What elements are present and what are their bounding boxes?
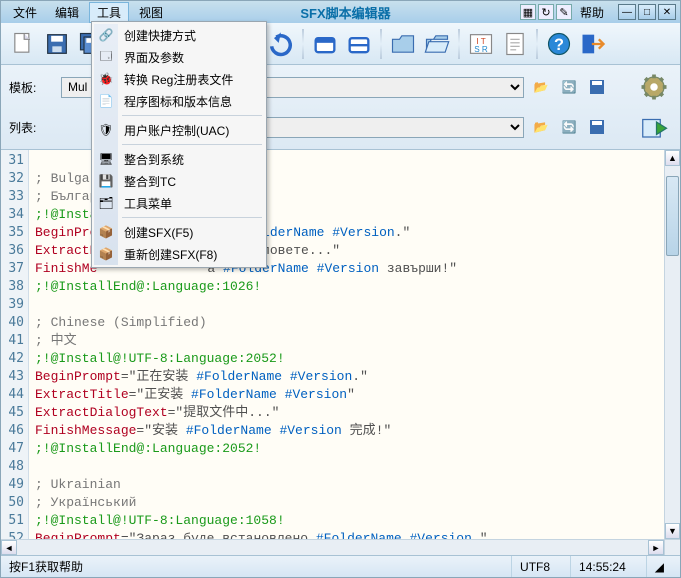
redo-button[interactable] bbox=[265, 27, 297, 61]
code-line[interactable]: ;!@Install@!UTF-8:Language:1058! bbox=[35, 512, 658, 530]
document-button[interactable] bbox=[499, 27, 531, 61]
menu-item-label: 工具菜单 bbox=[124, 195, 172, 212]
menu-item-label: 程序图标和版本信息 bbox=[124, 93, 232, 110]
svg-text:?: ? bbox=[554, 35, 564, 53]
menu-item-shortcut[interactable]: 🔗 创建快捷方式 bbox=[94, 24, 264, 46]
template-path-select[interactable] bbox=[244, 77, 524, 98]
code-line[interactable]: ;!@InstallEnd@:Language:1026! bbox=[35, 278, 658, 296]
menu-item-reg[interactable]: 🐞 转换 Reg注册表文件 bbox=[94, 68, 264, 90]
vertical-scrollbar[interactable]: ▲ ▼ bbox=[664, 150, 680, 539]
status-hint: 按F1获取帮助 bbox=[9, 558, 83, 575]
code-line[interactable] bbox=[35, 458, 658, 476]
svg-text:S R: S R bbox=[474, 45, 488, 54]
ui-icon: 🗔 bbox=[98, 49, 114, 65]
list-label: 列表: bbox=[9, 119, 55, 136]
menu-item-label: 用户账户控制(UAC) bbox=[124, 122, 229, 139]
menu-item-label: 转换 Reg注册表文件 bbox=[124, 71, 233, 88]
code-line[interactable]: ; Український bbox=[35, 494, 658, 512]
code-line[interactable]: ; Chinese (Simplified) bbox=[35, 314, 658, 332]
list-save-icon[interactable] bbox=[586, 116, 608, 138]
menu-item-label: 整合到TC bbox=[124, 173, 176, 190]
minimize-button[interactable]: — bbox=[618, 4, 636, 20]
exit-button[interactable] bbox=[577, 27, 609, 61]
settings-gear-icon[interactable] bbox=[636, 69, 672, 105]
tools-icon: 🗂 bbox=[98, 195, 114, 211]
status-encoding: UTF8 bbox=[511, 556, 558, 577]
template-open-icon[interactable]: 📂 bbox=[530, 76, 552, 98]
sys-icon: 🖥 bbox=[98, 151, 114, 167]
menu-item-ui[interactable]: 🗔 界面及参数 bbox=[94, 46, 264, 68]
info-icon: 📄 bbox=[98, 93, 114, 109]
template-refresh-icon[interactable]: 🔄 bbox=[558, 76, 580, 98]
menu-item-sys[interactable]: 🖥 整合到系统 bbox=[94, 148, 264, 170]
titlebar-icon-2[interactable]: ↻ bbox=[538, 4, 554, 20]
titlebar-icon-3[interactable]: ✎ bbox=[556, 4, 572, 20]
template-label: 模板: bbox=[9, 79, 55, 96]
titlebar-icon-1[interactable]: ▦ bbox=[520, 4, 536, 20]
scroll-down-arrow[interactable]: ▼ bbox=[665, 523, 680, 539]
archive-button-1[interactable] bbox=[309, 27, 341, 61]
menu-item-uac[interactable]: 🛡 用户账户控制(UAC) bbox=[94, 119, 264, 141]
code-line[interactable]: ;!@Install@!UTF-8:Language:2052! bbox=[35, 350, 658, 368]
scroll-up-arrow[interactable]: ▲ bbox=[665, 150, 680, 166]
horizontal-scrollbar[interactable]: ◄ ► bbox=[1, 539, 680, 555]
menu-item-label: 重新创建SFX(F8) bbox=[124, 246, 217, 263]
help-button[interactable]: ? bbox=[543, 27, 575, 61]
menu-file[interactable]: 文件 bbox=[5, 2, 45, 23]
menu-item-tools[interactable]: 🗂 工具菜单 bbox=[94, 192, 264, 214]
menu-view[interactable]: 视图 bbox=[131, 2, 171, 23]
uac-icon: 🛡 bbox=[98, 122, 114, 138]
menu-tools[interactable]: 工具 bbox=[89, 2, 129, 23]
code-line[interactable]: ExtractDialogText="提取文件中..." bbox=[35, 404, 658, 422]
archive-button-2[interactable] bbox=[343, 27, 375, 61]
resfx-icon: 📦 bbox=[98, 246, 114, 262]
statusbar: 按F1获取帮助 UTF8 14:55:24 ◢ bbox=[1, 555, 680, 577]
menu-item-label: 创建SFX(F5) bbox=[124, 224, 193, 241]
list-refresh-icon[interactable]: 🔄 bbox=[558, 116, 580, 138]
reg-icon: 🐞 bbox=[98, 71, 114, 87]
menubar: 文件 编辑 工具 视图 bbox=[5, 2, 171, 23]
code-line[interactable]: ;!@InstallEnd@:Language:2052! bbox=[35, 440, 658, 458]
run-button[interactable] bbox=[636, 109, 672, 145]
shortcut-icon: 🔗 bbox=[98, 27, 114, 43]
menu-item-label: 整合到系统 bbox=[124, 151, 184, 168]
close-button[interactable]: ✕ bbox=[658, 4, 676, 20]
menu-item-tc[interactable]: 💾 整合到TC bbox=[94, 170, 264, 192]
status-time: 14:55:24 bbox=[570, 556, 634, 577]
new-file-button[interactable] bbox=[7, 27, 39, 61]
line-gutter: 3132333435363738394041424344454647484950… bbox=[1, 150, 29, 539]
sfx-icon: 📦 bbox=[98, 224, 114, 240]
code-line[interactable]: BeginPrompt="正在安装 #FolderName #Version." bbox=[35, 368, 658, 386]
scroll-left-arrow[interactable]: ◄ bbox=[1, 540, 17, 555]
tc-icon: 💾 bbox=[98, 173, 114, 189]
code-line[interactable]: ; Ukrainian bbox=[35, 476, 658, 494]
code-line[interactable]: FinishMessage="安装 #FolderName #Version 完… bbox=[35, 422, 658, 440]
scroll-thumb[interactable] bbox=[666, 176, 679, 256]
folder-button[interactable] bbox=[387, 27, 419, 61]
menu-edit[interactable]: 编辑 bbox=[47, 2, 87, 23]
menu-item-label: 界面及参数 bbox=[124, 49, 184, 66]
its-button[interactable]: I TS R bbox=[465, 27, 497, 61]
menu-item-sfx[interactable]: 📦 创建SFX(F5) bbox=[94, 221, 264, 243]
window-title: SFX脚本编辑器 bbox=[171, 3, 520, 22]
menu-item-label: 创建快捷方式 bbox=[124, 27, 196, 44]
scroll-right-arrow[interactable]: ► bbox=[648, 540, 664, 555]
titlebar: 文件 编辑 工具 视图 SFX脚本编辑器 ▦ ↻ ✎ 帮助 — □ ✕ bbox=[1, 1, 680, 23]
code-line[interactable] bbox=[35, 296, 658, 314]
folder-open-button[interactable] bbox=[421, 27, 453, 61]
code-line[interactable]: ExtractTitle="正安装 #FolderName #Version" bbox=[35, 386, 658, 404]
list-open-icon[interactable]: 📂 bbox=[530, 116, 552, 138]
code-line[interactable]: BeginPrompt="Зараз буде встановлено #Fol… bbox=[35, 530, 658, 539]
status-resize-grip[interactable]: ◢ bbox=[646, 556, 672, 577]
maximize-button[interactable]: □ bbox=[638, 4, 656, 20]
menu-item-info[interactable]: 📄 程序图标和版本信息 bbox=[94, 90, 264, 112]
list-path-select[interactable] bbox=[244, 117, 524, 138]
menu-help[interactable]: 帮助 bbox=[580, 4, 604, 21]
code-line[interactable]: ; 中文 bbox=[35, 332, 658, 350]
tools-dropdown: 🔗 创建快捷方式 🗔 界面及参数 🐞 转换 Reg注册表文件 📄 程序图标和版本信息 🛡 用户账户… bbox=[91, 21, 267, 268]
save-button[interactable] bbox=[41, 27, 73, 61]
template-save-icon[interactable] bbox=[586, 76, 608, 98]
menu-item-resfx[interactable]: 📦 重新创建SFX(F8) bbox=[94, 243, 264, 265]
